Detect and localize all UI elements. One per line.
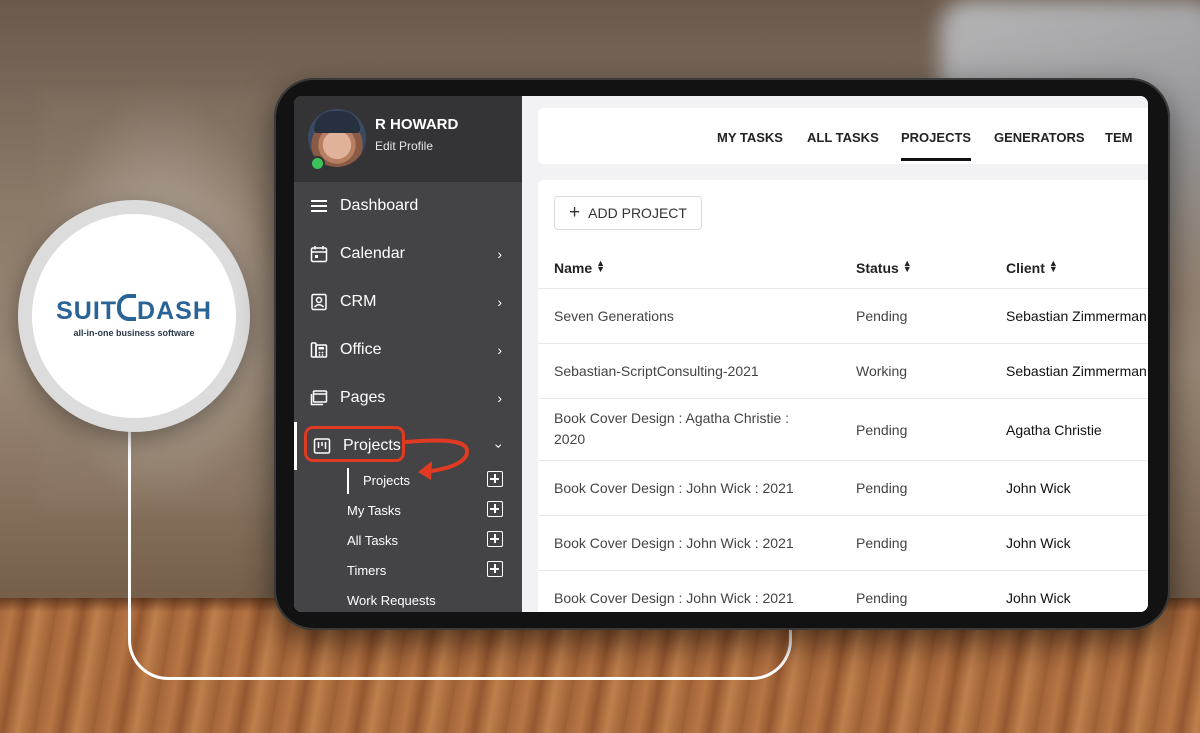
sidebar-item-label: Office — [340, 341, 382, 358]
tab-my-tasks[interactable]: MY TASKS — [717, 130, 783, 145]
current-indicator — [347, 468, 349, 494]
cell-client: Sebastian Zimmerman — [1006, 308, 1147, 324]
tablet-frame: R HOWARD Edit Profile Dashboard Calendar… — [274, 78, 1170, 630]
cell-client: John Wick — [1006, 590, 1071, 606]
tab-projects[interactable]: PROJECTS — [901, 130, 972, 161]
tab-templates[interactable]: TEM — [1105, 130, 1132, 145]
profile-name: R HOWARD — [375, 116, 459, 133]
cell-client: John Wick — [1006, 535, 1071, 551]
cell-client: John Wick — [1006, 480, 1071, 496]
cell-status: Working — [856, 363, 908, 379]
contact-card-icon — [311, 293, 327, 311]
column-header-name[interactable]: Name ▲ ▼ — [554, 258, 606, 277]
office-phone-icon — [310, 342, 328, 358]
cell-status: Pending — [856, 590, 908, 606]
header-label: Client — [1006, 260, 1045, 276]
avatar-cap — [314, 111, 360, 133]
subitem-projects[interactable]: Projects — [294, 466, 522, 496]
chevron-right-icon: › — [497, 246, 502, 262]
tab-all-tasks[interactable]: ALL TASKS — [807, 130, 879, 145]
chevron-right-icon: › — [497, 390, 502, 406]
chevron-right-icon: › — [497, 294, 502, 310]
add-project-label: ADD PROJECT — [588, 205, 687, 221]
subitem-label: My Tasks — [347, 503, 401, 518]
sidebar-item-office[interactable]: Office › — [294, 326, 522, 374]
sidebar-item-label: Calendar — [340, 245, 405, 262]
cell-name[interactable]: Book Cover Design : John Wick : 2021 — [554, 535, 794, 551]
sidebar: R HOWARD Edit Profile Dashboard Calendar… — [294, 96, 522, 612]
table-row[interactable]: Book Cover Design : John Wick : 2021 Pen… — [538, 570, 1148, 612]
subitem-timers[interactable]: Timers — [294, 556, 522, 586]
edit-profile-link[interactable]: Edit Profile — [375, 139, 433, 153]
subitem-label: Projects — [363, 473, 410, 488]
add-project-button[interactable]: + ADD PROJECT — [554, 196, 702, 230]
profile-panel[interactable]: R HOWARD Edit Profile — [294, 96, 522, 182]
online-status-dot — [310, 156, 325, 171]
column-header-status[interactable]: Status ▲ ▼ — [856, 258, 912, 277]
sidebar-item-label: CRM — [340, 293, 377, 310]
sidebar-item-calendar[interactable]: Calendar › — [294, 230, 522, 278]
subitem-label: Work Requests — [347, 593, 436, 608]
subitem-my-tasks[interactable]: My Tasks — [294, 496, 522, 526]
table-row[interactable]: Sebastian-ScriptConsulting-2021 Working … — [538, 343, 1148, 399]
chevron-right-icon: › — [497, 342, 502, 358]
add-task-icon[interactable] — [487, 501, 503, 517]
table-row[interactable]: Seven Generations Pending Sebastian Zimm… — [538, 288, 1148, 344]
calendar-icon — [310, 246, 328, 263]
background-scene: SUIT DASH all-in-one business software R … — [0, 0, 1200, 733]
tab-bar: MY TASKS ALL TASKS PROJECTS GENERATORS T… — [538, 108, 1148, 164]
cell-name[interactable]: Book Cover Design : Agatha Christie : 20… — [554, 408, 814, 450]
header-label: Status — [856, 260, 899, 276]
logo-text-right: DASH — [137, 297, 212, 325]
sidebar-item-dashboard[interactable]: Dashboard — [294, 182, 522, 230]
logo-e-shape — [117, 294, 137, 321]
sort-icon: ▲ ▼ — [902, 258, 912, 274]
cell-client: Agatha Christie — [1006, 422, 1102, 438]
suitedash-logo: SUIT DASH — [56, 294, 212, 326]
logo-text-left: SUIT — [56, 297, 118, 325]
add-task-icon[interactable] — [487, 531, 503, 547]
subitem-all-tasks[interactable]: All Tasks — [294, 526, 522, 556]
logo-badge: SUIT DASH all-in-one business software — [18, 200, 250, 432]
table-row[interactable]: Book Cover Design : John Wick : 2021 Pen… — [538, 515, 1148, 571]
plus-icon: + — [569, 202, 581, 223]
tab-generators[interactable]: GENERATORS — [994, 130, 1085, 145]
sidebar-item-pages[interactable]: Pages › — [294, 374, 522, 422]
cell-name[interactable]: Sebastian-ScriptConsulting-2021 — [554, 363, 759, 379]
add-timer-icon[interactable] — [487, 561, 503, 577]
cell-name[interactable]: Book Cover Design : John Wick : 2021 — [554, 590, 794, 606]
sidebar-item-label: Pages — [340, 389, 386, 406]
sort-icon: ▲ ▼ — [596, 258, 606, 274]
header-label: Name — [554, 260, 593, 276]
sidebar-item-label: Dashboard — [340, 197, 419, 214]
table-row[interactable]: Book Cover Design : Agatha Christie : 20… — [538, 398, 1148, 461]
hamburger-menu-icon — [311, 200, 327, 212]
subitem-work-requests[interactable]: Work Requests — [294, 586, 522, 612]
main-content: MY TASKS ALL TASKS PROJECTS GENERATORS T… — [522, 96, 1148, 612]
subitem-label: All Tasks — [347, 533, 399, 548]
cell-status: Pending — [856, 480, 908, 496]
column-header-client[interactable]: Client ▲ ▼ — [1006, 258, 1058, 277]
table-row[interactable]: Book Cover Design : John Wick : 2021 Pen… — [538, 460, 1148, 516]
add-project-icon[interactable] — [487, 471, 503, 487]
cell-status: Pending — [856, 422, 908, 438]
sidebar-item-crm[interactable]: CRM › — [294, 278, 522, 326]
tablet-screen: R HOWARD Edit Profile Dashboard Calendar… — [294, 96, 1148, 612]
cell-status: Pending — [856, 308, 908, 324]
subitem-label: Timers — [347, 563, 387, 578]
cell-client: Sebastian Zimmerman — [1006, 363, 1147, 379]
cell-name[interactable]: Book Cover Design : John Wick : 2021 — [554, 480, 794, 496]
projects-highlight-box — [304, 426, 405, 462]
logo-tagline: all-in-one business software — [73, 328, 195, 338]
projects-table-card: + ADD PROJECT Name ▲ ▼ Status ▲ ▼ Client ▲ ▼ S… — [538, 180, 1148, 612]
sort-icon: ▲ ▼ — [1048, 258, 1058, 274]
pages-icon — [310, 390, 328, 406]
cell-status: Pending — [856, 535, 908, 551]
cell-name[interactable]: Seven Generations — [554, 308, 674, 324]
logo-disc: SUIT DASH all-in-one business software — [32, 214, 236, 418]
